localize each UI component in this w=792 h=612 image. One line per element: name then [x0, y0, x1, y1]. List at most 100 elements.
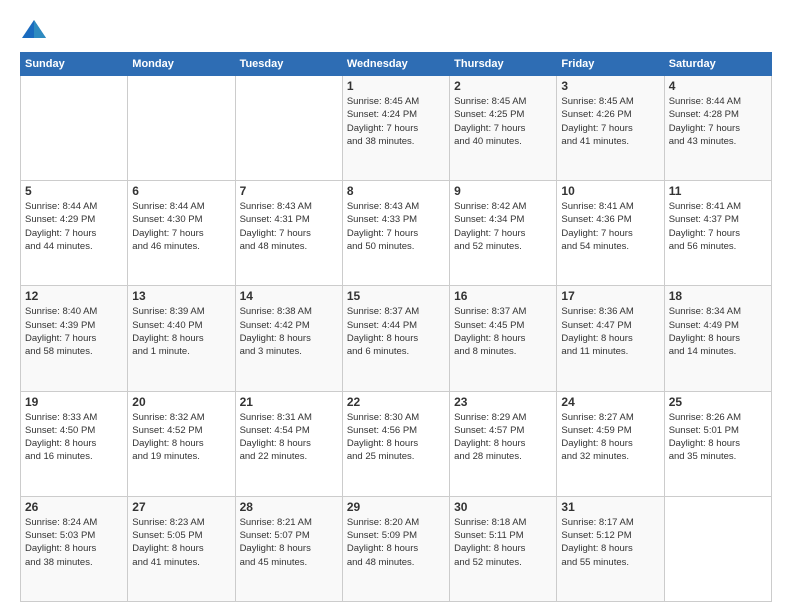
day-info-line: and 44 minutes. — [25, 240, 123, 253]
day-info-line: Daylight: 7 hours — [454, 227, 552, 240]
day-info-line: Daylight: 7 hours — [347, 122, 445, 135]
calendar-cell: 11Sunrise: 8:41 AMSunset: 4:37 PMDayligh… — [664, 181, 771, 286]
calendar-cell: 30Sunrise: 8:18 AMSunset: 5:11 PMDayligh… — [450, 496, 557, 601]
day-info-line: Sunset: 4:31 PM — [240, 213, 338, 226]
day-info-line: Sunset: 5:05 PM — [132, 529, 230, 542]
calendar-cell: 17Sunrise: 8:36 AMSunset: 4:47 PMDayligh… — [557, 286, 664, 391]
day-info-line: Sunrise: 8:27 AM — [561, 411, 659, 424]
day-number: 28 — [240, 500, 338, 514]
day-info-line: and 32 minutes. — [561, 450, 659, 463]
day-info-line: Daylight: 8 hours — [454, 542, 552, 555]
day-header-sunday: Sunday — [21, 53, 128, 76]
day-info-line: and 11 minutes. — [561, 345, 659, 358]
calendar-cell: 26Sunrise: 8:24 AMSunset: 5:03 PMDayligh… — [21, 496, 128, 601]
day-info-line: Sunrise: 8:41 AM — [561, 200, 659, 213]
calendar-cell — [235, 76, 342, 181]
day-info-line: Sunrise: 8:45 AM — [561, 95, 659, 108]
day-number: 22 — [347, 395, 445, 409]
day-number: 15 — [347, 289, 445, 303]
day-info-line: Sunset: 4:33 PM — [347, 213, 445, 226]
day-info-line: Daylight: 8 hours — [347, 542, 445, 555]
day-info-line: Daylight: 7 hours — [25, 332, 123, 345]
day-number: 10 — [561, 184, 659, 198]
day-info-line: and 38 minutes. — [25, 556, 123, 569]
day-info-line: Sunrise: 8:37 AM — [454, 305, 552, 318]
day-number: 30 — [454, 500, 552, 514]
calendar-cell — [664, 496, 771, 601]
day-info-line: Daylight: 7 hours — [669, 227, 767, 240]
day-info-line: Sunset: 4:49 PM — [669, 319, 767, 332]
day-number: 23 — [454, 395, 552, 409]
calendar-cell: 27Sunrise: 8:23 AMSunset: 5:05 PMDayligh… — [128, 496, 235, 601]
calendar-cell: 5Sunrise: 8:44 AMSunset: 4:29 PMDaylight… — [21, 181, 128, 286]
day-number: 27 — [132, 500, 230, 514]
day-number: 12 — [25, 289, 123, 303]
day-header-friday: Friday — [557, 53, 664, 76]
day-info-line: Daylight: 7 hours — [454, 122, 552, 135]
day-info-line: Sunset: 4:25 PM — [454, 108, 552, 121]
day-info-line: Sunrise: 8:18 AM — [454, 516, 552, 529]
day-info-line: Sunset: 5:09 PM — [347, 529, 445, 542]
day-info-line: Sunset: 4:36 PM — [561, 213, 659, 226]
day-info-line: and 19 minutes. — [132, 450, 230, 463]
day-number: 8 — [347, 184, 445, 198]
day-info-line: Sunrise: 8:39 AM — [132, 305, 230, 318]
day-info-line: Sunrise: 8:45 AM — [454, 95, 552, 108]
day-info-line: Sunset: 5:01 PM — [669, 424, 767, 437]
day-info-line: Sunset: 4:50 PM — [25, 424, 123, 437]
header — [20, 16, 772, 44]
day-info-line: Sunrise: 8:44 AM — [25, 200, 123, 213]
day-info-line: and 52 minutes. — [454, 556, 552, 569]
day-info-line: Sunset: 4:45 PM — [454, 319, 552, 332]
day-info-line: Sunset: 4:34 PM — [454, 213, 552, 226]
calendar-header: SundayMondayTuesdayWednesdayThursdayFrid… — [21, 53, 772, 76]
calendar-cell: 8Sunrise: 8:43 AMSunset: 4:33 PMDaylight… — [342, 181, 449, 286]
day-info-line: Sunrise: 8:37 AM — [347, 305, 445, 318]
page: SundayMondayTuesdayWednesdayThursdayFrid… — [0, 0, 792, 612]
day-info-line: and 1 minute. — [132, 345, 230, 358]
day-info-line: Sunrise: 8:21 AM — [240, 516, 338, 529]
day-header-thursday: Thursday — [450, 53, 557, 76]
day-info-line: and 54 minutes. — [561, 240, 659, 253]
day-info-line: Daylight: 8 hours — [561, 542, 659, 555]
day-info-line: Sunset: 4:39 PM — [25, 319, 123, 332]
day-info-line: Sunrise: 8:36 AM — [561, 305, 659, 318]
day-info-line: Daylight: 8 hours — [240, 437, 338, 450]
day-header-wednesday: Wednesday — [342, 53, 449, 76]
day-info-line: Daylight: 8 hours — [132, 437, 230, 450]
header-row: SundayMondayTuesdayWednesdayThursdayFrid… — [21, 53, 772, 76]
day-info-line: Sunrise: 8:30 AM — [347, 411, 445, 424]
day-info-line: Daylight: 8 hours — [25, 437, 123, 450]
day-number: 13 — [132, 289, 230, 303]
calendar-body: 1Sunrise: 8:45 AMSunset: 4:24 PMDaylight… — [21, 76, 772, 602]
week-row-1: 1Sunrise: 8:45 AMSunset: 4:24 PMDaylight… — [21, 76, 772, 181]
day-info-line: Sunrise: 8:34 AM — [669, 305, 767, 318]
day-number: 14 — [240, 289, 338, 303]
calendar-table: SundayMondayTuesdayWednesdayThursdayFrid… — [20, 52, 772, 602]
day-info-line: Daylight: 8 hours — [25, 542, 123, 555]
day-info-line: Sunset: 4:57 PM — [454, 424, 552, 437]
day-number: 17 — [561, 289, 659, 303]
day-info-line: and 52 minutes. — [454, 240, 552, 253]
day-number: 16 — [454, 289, 552, 303]
day-info-line: Sunrise: 8:26 AM — [669, 411, 767, 424]
day-info-line: and 41 minutes. — [132, 556, 230, 569]
day-info-line: Sunrise: 8:24 AM — [25, 516, 123, 529]
calendar-cell: 2Sunrise: 8:45 AMSunset: 4:25 PMDaylight… — [450, 76, 557, 181]
day-info-line: and 14 minutes. — [669, 345, 767, 358]
day-info-line: Daylight: 8 hours — [132, 542, 230, 555]
day-header-saturday: Saturday — [664, 53, 771, 76]
day-info-line: Sunset: 5:12 PM — [561, 529, 659, 542]
calendar-cell: 16Sunrise: 8:37 AMSunset: 4:45 PMDayligh… — [450, 286, 557, 391]
day-info-line: Daylight: 8 hours — [561, 332, 659, 345]
day-info-line: and 50 minutes. — [347, 240, 445, 253]
day-info-line: and 28 minutes. — [454, 450, 552, 463]
day-info-line: Sunset: 4:30 PM — [132, 213, 230, 226]
logo-icon — [20, 16, 48, 44]
day-info-line: Daylight: 8 hours — [454, 437, 552, 450]
calendar-cell: 14Sunrise: 8:38 AMSunset: 4:42 PMDayligh… — [235, 286, 342, 391]
day-number: 29 — [347, 500, 445, 514]
day-info-line: Sunrise: 8:32 AM — [132, 411, 230, 424]
calendar-cell: 6Sunrise: 8:44 AMSunset: 4:30 PMDaylight… — [128, 181, 235, 286]
day-info-line: Daylight: 8 hours — [669, 332, 767, 345]
